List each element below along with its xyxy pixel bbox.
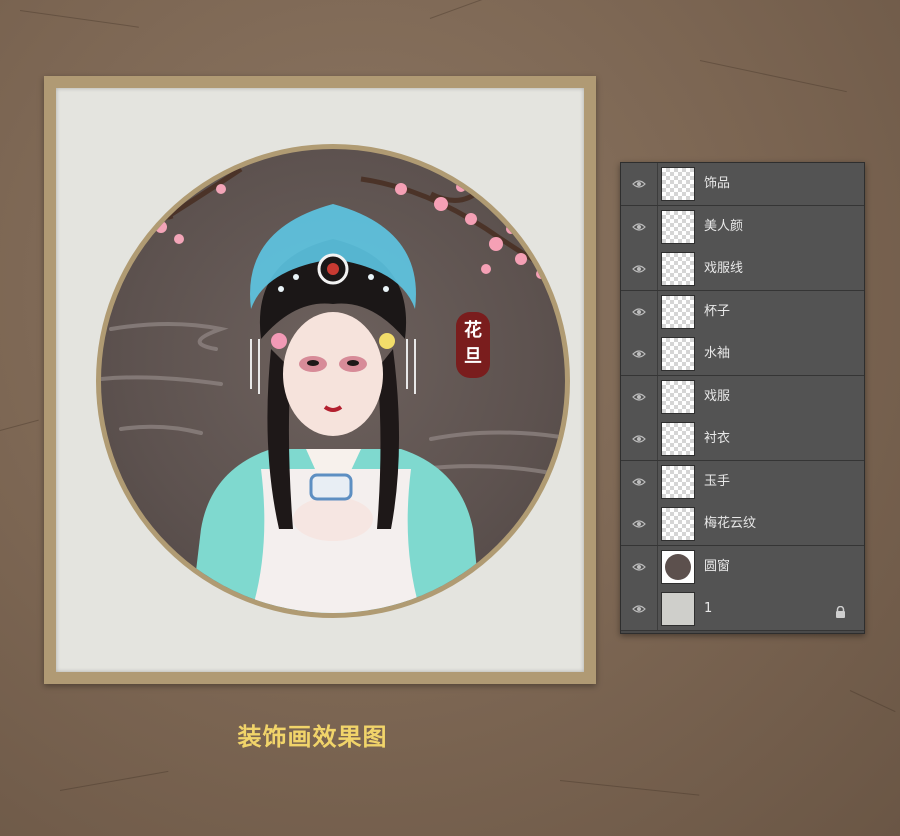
layer-thumbnail: [661, 422, 695, 456]
layer-name: 饰品: [704, 176, 731, 191]
paper-crack: [59, 770, 169, 791]
layer-thumbnail: [661, 167, 695, 201]
caption-text: 装饰画效果图: [237, 723, 388, 751]
layer-name: 水袖: [704, 346, 731, 361]
opera-artwork: [101, 157, 565, 613]
paper-crack: [429, 0, 515, 19]
plum-branch-left: [129, 157, 243, 244]
picture-frame: 花旦: [44, 76, 596, 684]
hua-dan-badge: 花旦: [456, 312, 490, 378]
face: [283, 312, 383, 436]
visibility-eye-icon[interactable]: [621, 333, 658, 375]
layer-name: 圆窗: [704, 558, 731, 574]
paper-crack: [849, 690, 896, 713]
layer-row[interactable]: 水袖: [621, 333, 864, 376]
paper-crack: [699, 60, 847, 93]
layer-thumbnail: [661, 464, 695, 499]
paper-crack: [0, 419, 39, 431]
layer-row[interactable]: 美人颜: [621, 205, 864, 249]
layer-name: 衬衣: [704, 431, 731, 446]
layer-row[interactable]: 饰品: [621, 163, 864, 206]
layer-name: 戏服: [704, 388, 731, 404]
layer-thumbnail: [661, 209, 695, 244]
textured-background: 花旦 装饰画效果图 饰品美人颜戏服线杯子水袖戏服衬衣玉手梅花云纹圆窗 1: [0, 0, 900, 836]
layer-thumbnail: [661, 294, 695, 329]
layer-name: 杯子: [704, 303, 731, 319]
hands: [293, 497, 373, 541]
layer-thumbnail: [661, 337, 695, 371]
lock-icon: [835, 603, 846, 618]
layer-name: 玉手: [704, 473, 731, 489]
visibility-eye-icon[interactable]: [621, 418, 658, 460]
visibility-eye-icon[interactable]: [621, 545, 658, 588]
layer-name: 1: [704, 601, 713, 616]
layer-row[interactable]: 戏服: [621, 375, 864, 419]
layer-thumbnail: [661, 507, 695, 541]
teacup: [309, 473, 353, 501]
layer-thumbnail: [661, 592, 695, 626]
layer-row[interactable]: 杯子: [621, 290, 864, 334]
layer-row[interactable]: 衬衣: [621, 418, 864, 461]
layer-row[interactable]: 戏服线: [621, 248, 864, 291]
layer-name: 美人颜: [704, 218, 744, 234]
visibility-eye-icon[interactable]: [621, 375, 658, 418]
paper-crack: [559, 780, 700, 796]
layer-thumbnail: [661, 379, 695, 414]
round-window: 花旦: [96, 144, 570, 618]
layer-row[interactable]: 梅花云纹: [621, 503, 864, 546]
visibility-eye-icon[interactable]: [621, 290, 658, 333]
layers-panel: 饰品美人颜戏服线杯子水袖戏服衬衣玉手梅花云纹圆窗 1: [620, 162, 865, 634]
layer-name: 梅花云纹: [704, 516, 757, 531]
visibility-eye-icon[interactable]: [621, 248, 658, 290]
visibility-eye-icon[interactable]: [621, 205, 658, 248]
layer-name: 戏服线: [704, 261, 744, 276]
layer-thumbnail: [661, 252, 695, 286]
layer-row[interactable]: 玉手: [621, 460, 864, 504]
paper-crack: [19, 10, 139, 28]
visibility-eye-icon[interactable]: [621, 588, 658, 630]
visibility-eye-icon[interactable]: [621, 460, 658, 503]
layer-thumbnail: [661, 549, 695, 584]
visibility-eye-icon[interactable]: [621, 163, 658, 205]
layer-row[interactable]: 1: [621, 588, 864, 631]
layer-row[interactable]: 圆窗: [621, 545, 864, 589]
picture-mat: 花旦: [56, 88, 584, 672]
visibility-eye-icon[interactable]: [621, 503, 658, 545]
